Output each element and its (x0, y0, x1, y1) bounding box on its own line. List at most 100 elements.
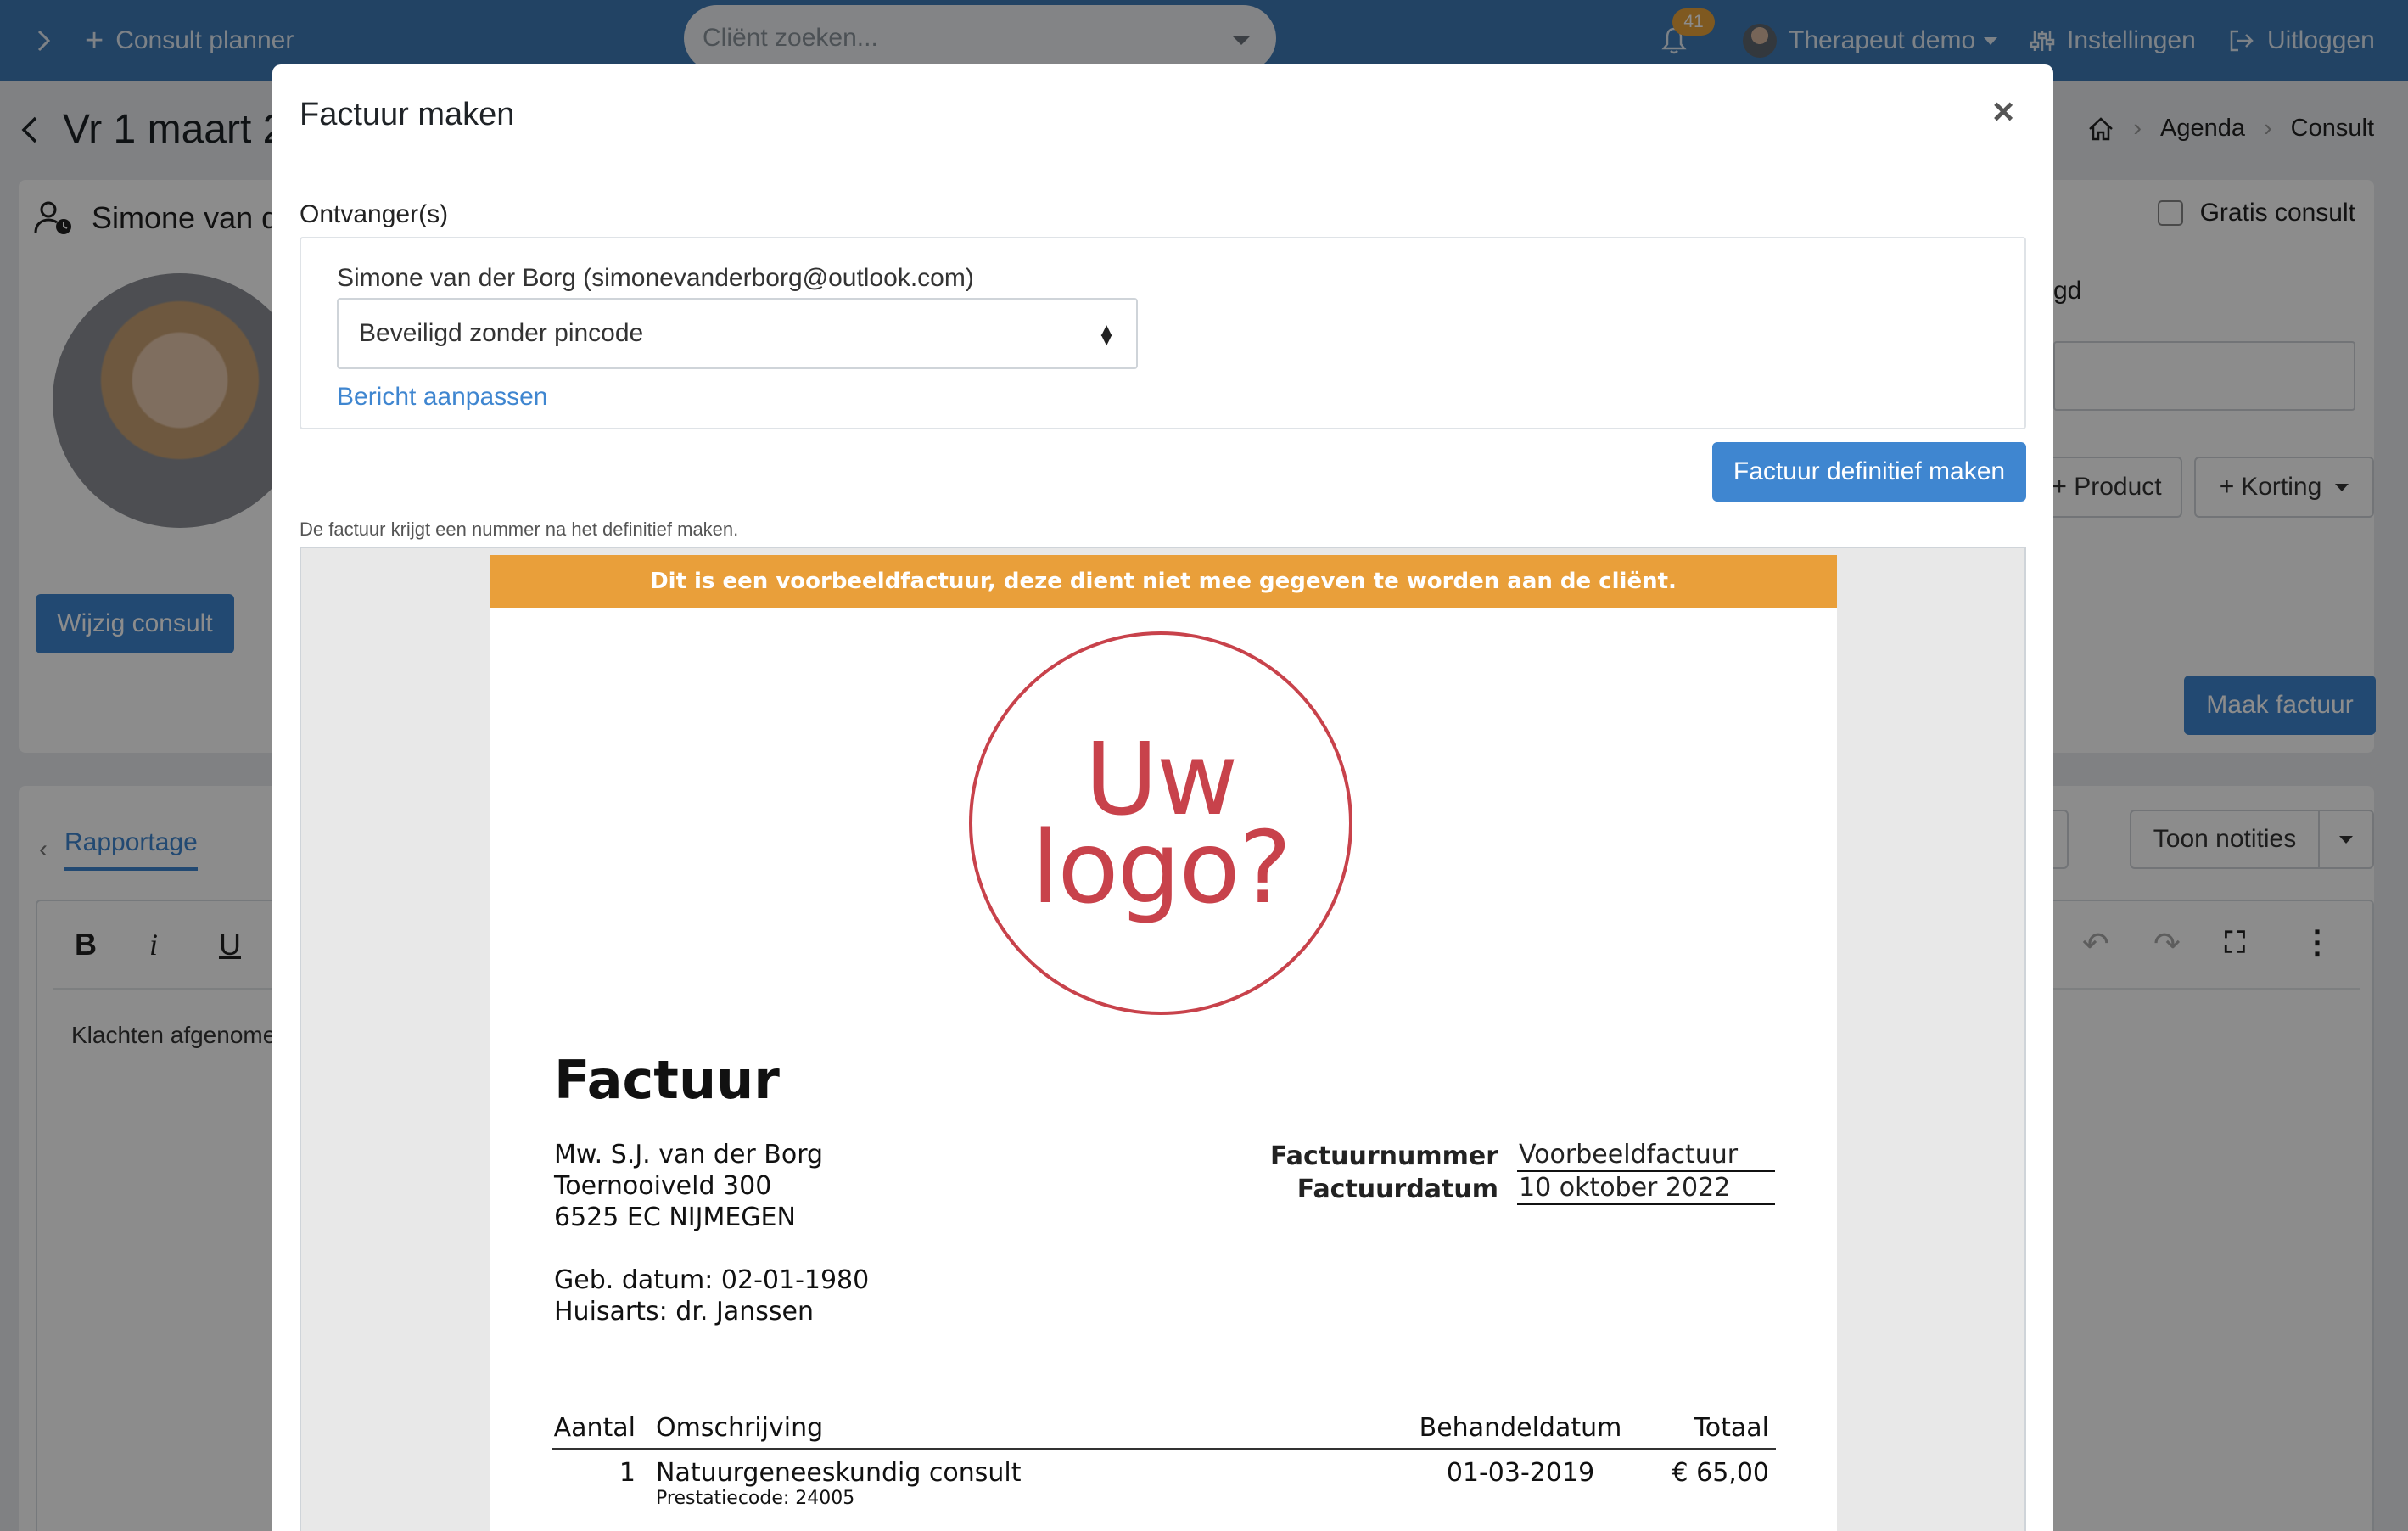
preview-warning-banner: Dit is een voorbeeldfactuur, deze dient … (490, 555, 1837, 608)
logout-icon (2230, 30, 2254, 52)
invoice-preview: Dit is een voorbeeldfactuur, deze dient … (300, 547, 2026, 1531)
chevron-right-icon: › (2133, 115, 2142, 142)
create-invoice-modal: Factuur maken × Ontvanger(s) Simone van … (272, 64, 2053, 1531)
caret-down-icon (2339, 835, 2353, 844)
general-practitioner: Huisarts: dr. Janssen (554, 1297, 814, 1326)
free-consult-label: Gratis consult (2199, 199, 2355, 227)
logout-link[interactable]: Uitloggen (2228, 0, 2375, 81)
back-icon[interactable] (19, 113, 41, 147)
edit-message-link[interactable]: Bericht aanpassen (337, 383, 548, 412)
invoice-table: Aantal Omschrijving Behandeldatum Totaal… (552, 1410, 1776, 1509)
invoice-paper: Dit is een voorbeeldfactuur, deze dient … (490, 555, 1837, 1531)
checkbox-box[interactable] (2157, 200, 2183, 226)
invoice-date-label: Factuurdatum (1296, 1175, 1498, 1204)
address-line: Mw. S.J. van der Borg (554, 1140, 824, 1169)
invoice-heading: Factuur (554, 1049, 780, 1111)
row-service-code: Prestatiecode: 24005 (656, 1488, 855, 1509)
address-line: Toernooiveld 300 (554, 1171, 772, 1201)
consult-planner-button[interactable]: + Consult planner (85, 0, 294, 81)
birth-date: Geb. datum: 02-01-1980 (554, 1265, 870, 1295)
security-select-value: Beveiligd zonder pincode (359, 319, 644, 347)
modal-title: Factuur maken (300, 97, 515, 132)
avatar (1743, 24, 1777, 58)
user-name: Therapeut demo (1789, 26, 1976, 54)
recipients-box: Simone van der Borg (simonevanderborg@ou… (300, 237, 2026, 429)
client-photo (53, 273, 307, 528)
client-search-input[interactable]: Cliënt zoeken... (684, 5, 1276, 71)
sliders-icon (2030, 31, 2055, 51)
caret-down-icon (2335, 483, 2349, 491)
more-icon[interactable]: ⋮ (2301, 923, 2333, 962)
notification-count-badge: 41 (1672, 8, 1715, 36)
row-date: 01-03-2019 (1446, 1458, 1595, 1488)
field-label: gd (2053, 277, 2082, 305)
make-invoice-button[interactable]: Maak factuur (2184, 676, 2376, 735)
settings-label: Instellingen (2067, 26, 2196, 54)
recipients-label: Ontvanger(s) (300, 200, 449, 228)
row-description: Natuurgeneeskundig consult Prestatiecode… (646, 1458, 1409, 1509)
show-notes-button[interactable]: Toon notities (2130, 810, 2320, 869)
close-icon[interactable]: × (1992, 93, 2014, 131)
edit-consult-button[interactable]: Wijzig consult (36, 594, 234, 653)
field-input[interactable] (2053, 341, 2355, 411)
discount-label: Korting (2241, 473, 2322, 501)
user-clock-icon (34, 201, 71, 234)
column-header-qty: Aantal (553, 1413, 636, 1443)
underline-icon[interactable]: U (219, 927, 241, 962)
row-description-text: Natuurgeneeskundig consult (656, 1458, 1022, 1488)
finalize-invoice-button[interactable]: Factuur definitief maken (1712, 442, 2026, 502)
plus-icon: + (2219, 473, 2235, 501)
address-line: 6525 EC NIJMEGEN (554, 1203, 796, 1232)
breadcrumb: › Agenda › Consult (2087, 115, 2374, 143)
logo-placeholder: Uw logo? (969, 631, 1352, 1015)
discount-button[interactable]: + Korting (2194, 457, 2374, 518)
invoice-number-row: Factuurnummer Voorbeeldfactuur (1212, 1139, 1775, 1172)
add-product-button[interactable]: + Product (2031, 457, 2182, 518)
chevron-down-icon[interactable] (1232, 36, 1251, 45)
breadcrumb-consult: Consult (2290, 115, 2374, 142)
redo-icon[interactable]: ↷ (2153, 925, 2181, 963)
invoice-number-note: De factuur krijgt een nummer na het defi… (300, 519, 739, 540)
undo-icon[interactable]: ↶ (2082, 925, 2109, 963)
column-header-description: Omschrijving (656, 1413, 824, 1443)
chevron-right-icon: › (2264, 115, 2272, 142)
home-icon[interactable] (2087, 116, 2114, 142)
column-header-total: Totaal (1694, 1413, 1769, 1443)
client-address: Mw. S.J. van der Borg Toernooiveld 300 6… (554, 1139, 869, 1327)
sort-arrows-icon: ▲ ▼ (1097, 319, 1116, 350)
invoice-number-value: Voorbeeldfactuur (1517, 1139, 1775, 1172)
tab-report-label: Rapportage (64, 828, 198, 871)
bold-icon[interactable]: B (75, 927, 97, 962)
row-total: € 65,00 (1672, 1458, 1769, 1488)
consult-planner-label: Consult planner (115, 26, 294, 54)
security-select[interactable]: Beveiligd zonder pincode ▲ ▼ (337, 298, 1138, 369)
plus-icon: + (85, 22, 104, 59)
recipient-name: Simone van der Borg (simonevanderborg@ou… (337, 264, 974, 292)
settings-link[interactable]: Instellingen (2030, 0, 2196, 81)
search-placeholder: Cliënt zoeken... (703, 24, 878, 52)
invoice-number-label: Factuurnummer (1270, 1141, 1498, 1171)
logo-text-line2: logo? (1031, 809, 1292, 926)
page-title-text: Vr 1 maart 2 (63, 107, 286, 152)
table-row: 1 Natuurgeneeskundig consult Prestatieco… (552, 1450, 1776, 1509)
tab-report[interactable]: ‹ Rapportage (39, 828, 198, 871)
table-header: Aantal Omschrijving Behandeldatum Totaal (552, 1410, 1776, 1450)
breadcrumb-agenda[interactable]: Agenda (2160, 115, 2245, 143)
italic-icon[interactable]: i (149, 927, 158, 962)
invoice-date-value: 10 oktober 2022 (1517, 1172, 1775, 1205)
fullscreen-icon[interactable]: ⛶ (2225, 927, 2245, 960)
editor-text: Klachten afgenome (71, 1022, 277, 1048)
client-header: Simone van d (34, 200, 278, 236)
client-name: Simone van d (92, 200, 279, 235)
invoice-date-row: Factuurdatum 10 oktober 2022 (1212, 1172, 1775, 1205)
free-consult-checkbox[interactable]: Gratis consult (2157, 199, 2355, 227)
show-notes-dropdown[interactable] (2318, 810, 2374, 869)
caret-down-icon (1984, 36, 1998, 45)
logout-label: Uitloggen (2267, 26, 2375, 54)
column-header-date: Behandeldatum (1419, 1413, 1622, 1443)
sidebar-toggle-icon[interactable] (36, 0, 53, 81)
page-title: Vr 1 maart 2 (19, 106, 285, 153)
row-qty: 1 (619, 1458, 636, 1488)
invoice-meta: Factuurnummer Voorbeeldfactuur Factuurda… (1212, 1139, 1775, 1205)
chevron-left-icon[interactable]: ‹ (39, 835, 48, 864)
